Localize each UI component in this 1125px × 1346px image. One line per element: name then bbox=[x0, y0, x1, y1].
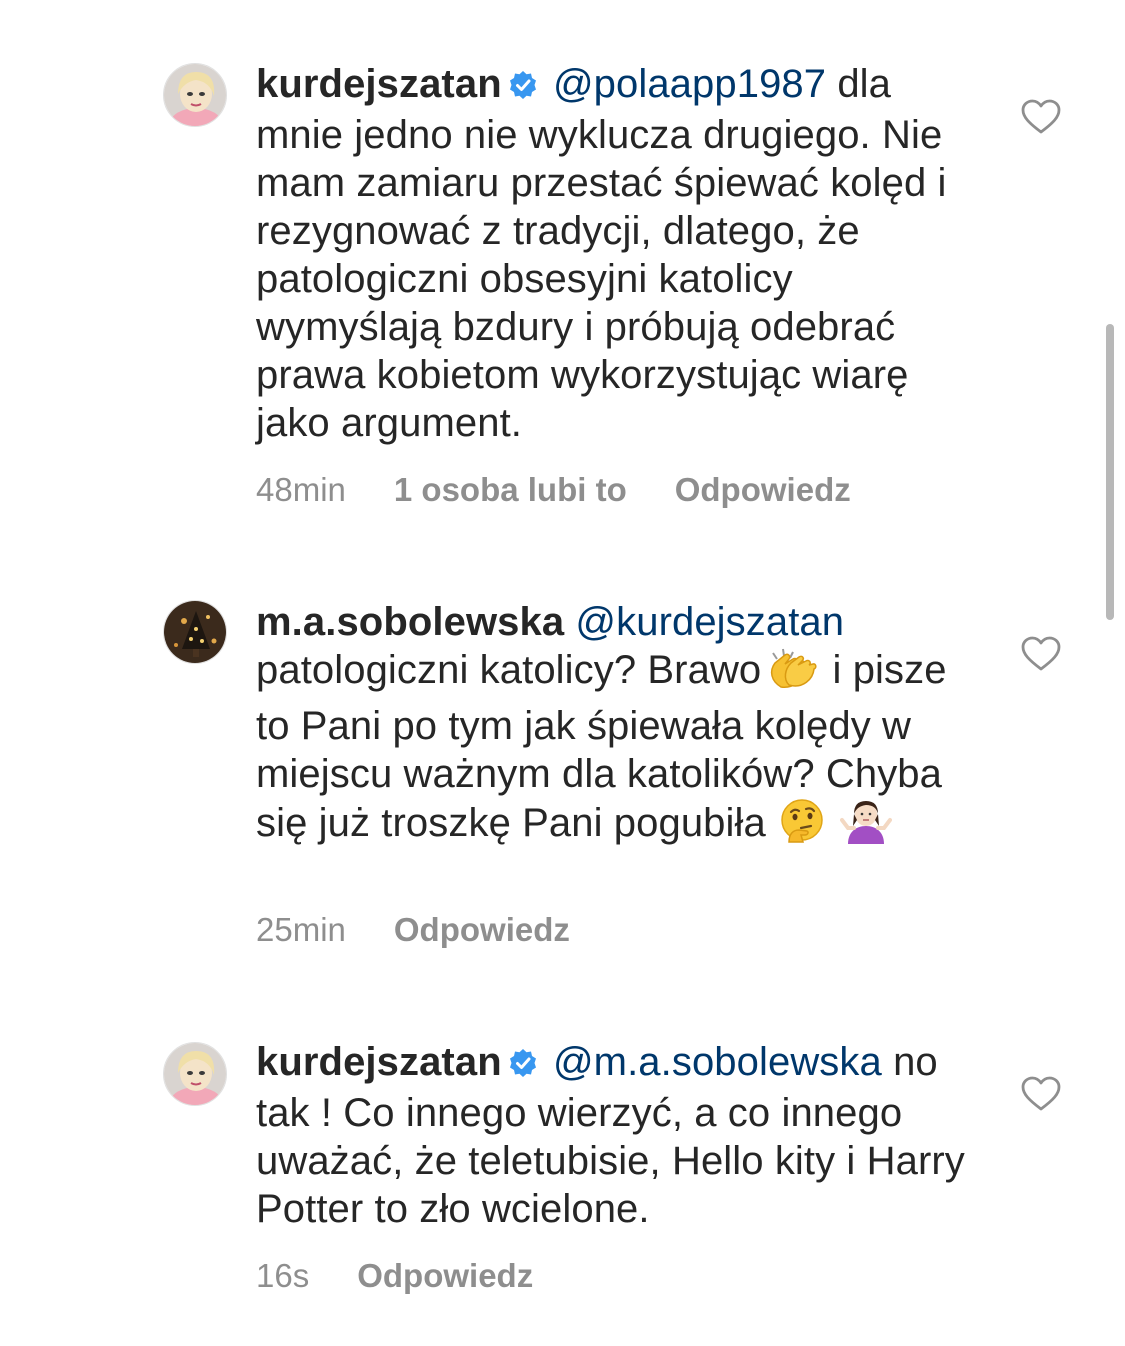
reply-button[interactable]: Odpowiedz bbox=[675, 471, 851, 508]
heart-outline-icon[interactable] bbox=[1021, 1076, 1061, 1112]
heart-outline-icon[interactable] bbox=[1021, 636, 1061, 672]
comment-meta: 48min 1 osoba lubi to Odpowiedz bbox=[256, 470, 899, 510]
reply-button[interactable]: Odpowiedz bbox=[357, 1257, 533, 1294]
heart-outline-icon[interactable] bbox=[1021, 99, 1061, 135]
mention-link[interactable]: @m.a.sobolewska bbox=[553, 1040, 882, 1084]
comment-text: dla mnie jedno nie wyklucza drugiego. Ni… bbox=[256, 62, 947, 445]
username[interactable]: kurdejszatan bbox=[256, 62, 502, 106]
scrollbar[interactable] bbox=[1106, 324, 1114, 620]
timestamp: 48min bbox=[256, 471, 346, 508]
comment-text-block: kurdejszatan @polaapp1987 dla mnie jedno… bbox=[256, 60, 976, 447]
likes-count[interactable]: 1 osoba lubi to bbox=[394, 471, 627, 508]
reply-button[interactable]: Odpowiedz bbox=[394, 911, 570, 948]
username[interactable]: kurdejszatan bbox=[256, 1040, 502, 1084]
comment-text-block: m.a.sobolewska @kurdejszatan patologiczn… bbox=[256, 598, 976, 855]
clapping-hands-emoji bbox=[763, 647, 819, 702]
avatar[interactable] bbox=[163, 1042, 227, 1106]
comment-text-part1: patologiczni katolicy? Brawo bbox=[256, 648, 762, 692]
comment-meta: 16s Odpowiedz bbox=[256, 1256, 581, 1296]
comment-text-block: kurdejszatan @m.a.sobolewska no tak ! Co… bbox=[256, 1038, 976, 1233]
timestamp: 25min bbox=[256, 911, 346, 948]
mention-link[interactable]: @polaapp1987 bbox=[553, 62, 826, 106]
person-shrugging-emoji bbox=[840, 798, 893, 855]
thinking-face-emoji bbox=[779, 798, 825, 855]
mention-link[interactable]: @kurdejszatan bbox=[575, 600, 844, 644]
comment-meta: 25min Odpowiedz bbox=[256, 910, 618, 950]
verified-badge-icon bbox=[508, 1041, 538, 1089]
avatar[interactable] bbox=[163, 63, 227, 127]
avatar[interactable] bbox=[163, 600, 227, 664]
timestamp: 16s bbox=[256, 1257, 310, 1294]
verified-badge-icon bbox=[508, 63, 538, 111]
username[interactable]: m.a.sobolewska bbox=[256, 600, 564, 644]
